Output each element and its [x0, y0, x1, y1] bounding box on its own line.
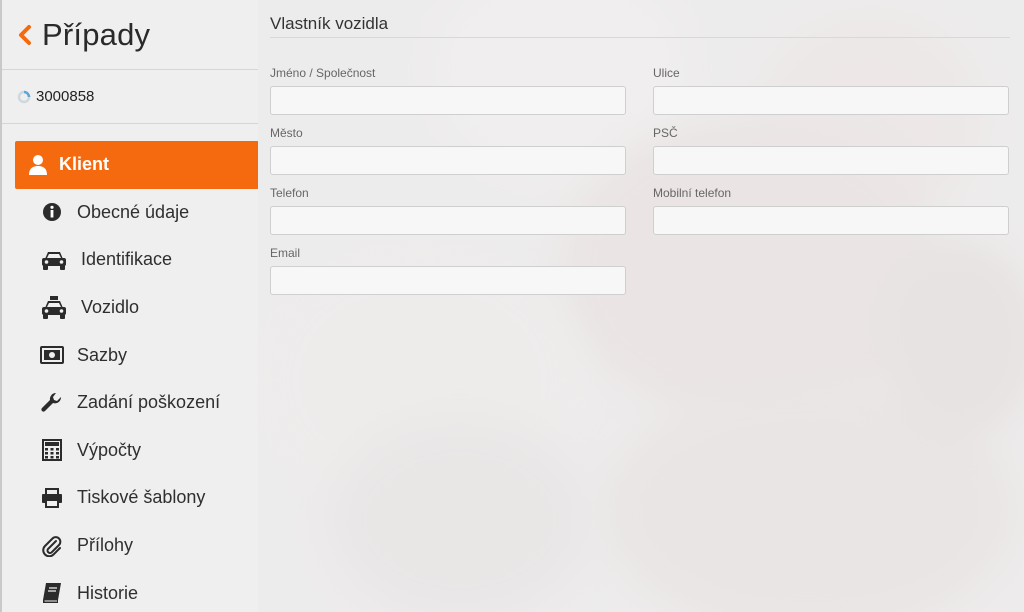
phone-input[interactable] [270, 206, 626, 235]
sidebar-item-label: Identifikace [81, 249, 173, 270]
email-field-group: Email [270, 246, 626, 295]
street-input[interactable] [653, 86, 1009, 115]
sidebar-item-historie[interactable]: Historie [15, 569, 258, 612]
city-field-group: Město [270, 126, 626, 175]
car-icon [39, 247, 69, 273]
case-number: 3000858 [2, 70, 258, 124]
street-field-group: Ulice [653, 66, 1009, 115]
sidebar-item-label: Zadání poškození [77, 392, 221, 413]
name-field-group: Jméno / Společnost [270, 66, 626, 115]
zip-input[interactable] [653, 146, 1009, 175]
print-icon [39, 485, 65, 511]
sidebar-item-klient[interactable]: Klient [15, 141, 258, 189]
name-input[interactable] [270, 86, 626, 115]
street-label: Ulice [653, 66, 680, 80]
sidebar-nav: Klient Obecné údaje Identifikace Vozidlo… [2, 141, 258, 612]
sidebar-item-vozidlo[interactable]: Vozidlo [15, 284, 258, 332]
chevron-left-icon[interactable] [16, 24, 34, 46]
sidebar-item-vypocty[interactable]: Výpočty [15, 427, 258, 475]
sidebar-item-obecne-udaje[interactable]: Obecné údaje [15, 189, 258, 237]
zip-field-group: PSČ [653, 126, 1009, 175]
section-title: Vlastník vozidla [270, 14, 389, 33]
phone-label: Telefon [270, 186, 309, 200]
sidebar-item-identifikace[interactable]: Identifikace [15, 236, 258, 284]
mobile-input[interactable] [653, 206, 1009, 235]
calculator-icon [39, 437, 65, 463]
section-divider [270, 37, 1010, 38]
sidebar-item-prilohy[interactable]: Přílohy [15, 522, 258, 570]
sidebar-item-tiskove-sablony[interactable]: Tiskové šablony [15, 474, 258, 522]
sidebar-item-label: Výpočty [77, 439, 142, 460]
book-icon [39, 580, 65, 606]
sidebar: Případy 3000858 Klient Obecné údaje Iden… [0, 0, 258, 612]
case-id: 3000858 [36, 88, 95, 105]
city-label: Město [270, 126, 303, 140]
phone-field-group: Telefon [270, 186, 626, 235]
sidebar-item-label: Sazby [77, 344, 128, 365]
sidebar-item-sazby[interactable]: Sazby [15, 331, 258, 379]
sidebar-item-label: Historie [77, 582, 139, 603]
sidebar-header: Případy [2, 0, 258, 70]
sidebar-item-label: Klient [59, 154, 110, 175]
taxi-icon [39, 295, 69, 321]
sidebar-item-zadani-poskozeni[interactable]: Zadání poškození [15, 379, 258, 427]
paperclip-icon [39, 533, 65, 559]
sidebar-item-label: Tiskové šablony [77, 487, 206, 508]
sidebar-item-label: Přílohy [77, 535, 134, 556]
money-icon [39, 342, 65, 368]
user-icon [27, 152, 49, 178]
mobile-label: Mobilní telefon [653, 186, 732, 200]
name-label: Jméno / Společnost [270, 66, 376, 80]
email-label: Email [270, 246, 301, 260]
city-input[interactable] [270, 146, 626, 175]
mobile-field-group: Mobilní telefon [653, 186, 1009, 235]
wrench-icon [39, 390, 65, 416]
page-title: Případy [42, 16, 151, 52]
main-content: Vlastník vozidla Jméno / Společnost Ulic… [258, 0, 1024, 612]
loading-spinner-icon [17, 90, 31, 103]
email-input[interactable] [270, 266, 626, 295]
info-circle-icon [39, 199, 65, 225]
zip-label: PSČ [653, 126, 678, 140]
sidebar-item-label: Vozidlo [81, 297, 140, 318]
sidebar-item-label: Obecné údaje [77, 201, 190, 222]
